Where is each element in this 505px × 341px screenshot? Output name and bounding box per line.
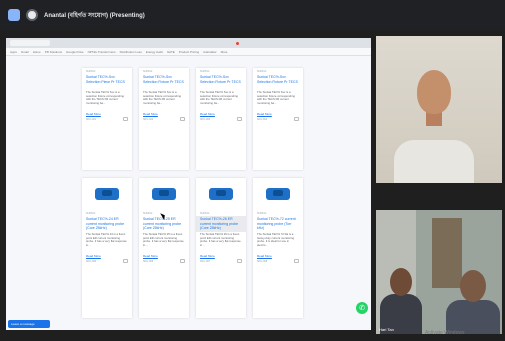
- meeting-title: Anantal (বহির্গত সংযোগ) (Presenting): [44, 12, 145, 19]
- product-description: The Sunkai TEC% Sxx is a selection fixtu…: [200, 90, 238, 105]
- participant-name: Hari Tan: [379, 327, 394, 332]
- product-name-link[interactable]: Sunkai TEC%-Sxx Selection Fixture Pr TEC…: [253, 74, 303, 90]
- participant-figure: [426, 112, 442, 126]
- shared-screen: Apps Gmail Home PR Solutions Google Driv…: [6, 38, 371, 330]
- bookmark-item[interactable]: Energy Audit: [146, 50, 163, 54]
- app-icon[interactable]: [8, 9, 20, 21]
- product-name-link[interactable]: Sunkai TEC%-Sxx Selection Fixture Pr TEC…: [139, 74, 189, 90]
- product-card[interactable]: SUNKAI Sunkai TEC%-26 ER current monitor…: [196, 178, 246, 318]
- product-description: The Sunkai TEC% Sxx is a selection fixtu…: [86, 90, 124, 105]
- cart-icon[interactable]: [237, 117, 242, 121]
- participant-figure: [446, 300, 500, 334]
- product-image[interactable]: [253, 178, 303, 210]
- cart-icon[interactable]: [237, 259, 242, 263]
- browser-tabbar: [6, 38, 371, 48]
- presenter-avatar: [26, 9, 38, 21]
- bookmark-item[interactable]: Product Pricing: [179, 50, 199, 54]
- product-sku: SKU-002: [143, 117, 154, 121]
- participant-video-tile[interactable]: Hari Tan: [376, 210, 502, 334]
- bookmark-item[interactable]: Calculator: [203, 50, 217, 54]
- product-card[interactable]: SUNKAI Sunkai TEC%-Sxx Selection Fixture…: [253, 68, 303, 170]
- product-card[interactable]: SUNKAI Sunkai TEC%-72 current monitoring…: [253, 178, 303, 318]
- product-grid-page: SUNKAI Sunkai TEC%-Sxx Selection Piece P…: [6, 56, 371, 330]
- live-chat-button[interactable]: Leave a message: [8, 320, 50, 328]
- product-card[interactable]: SUNKAI Sunkai TEC%-Sxx Selection Fixture…: [196, 68, 246, 170]
- product-image[interactable]: [82, 178, 132, 210]
- bookmark-item[interactable]: GATE: [167, 50, 175, 54]
- product-name-link[interactable]: Sunkai TEC%-72 current monitoring probe …: [253, 216, 303, 232]
- product-image[interactable]: [139, 178, 189, 210]
- cart-icon[interactable]: [123, 117, 128, 121]
- product-sku: SKU-003: [200, 117, 211, 121]
- product-image[interactable]: [196, 178, 246, 210]
- product-description: The Sunkai TEC% Sxx is a selection fixtu…: [257, 90, 295, 105]
- participant-video-tile[interactable]: [376, 36, 502, 183]
- product-name-link[interactable]: Sunkai TEC%-24 ER current monitoring pro…: [82, 216, 132, 232]
- cart-icon[interactable]: [123, 259, 128, 263]
- bookmark-item[interactable]: Distribution Loss: [120, 50, 142, 54]
- product-description: The Sunkai TEC% 24 is a fixed-point ER c…: [86, 232, 127, 247]
- current-probe-image: [266, 188, 290, 200]
- whatsapp-glyph: ✆: [359, 305, 365, 312]
- product-name-link[interactable]: Sunkai TEC%-Sxx Selection Fixture Pr TEC…: [196, 74, 246, 90]
- product-card[interactable]: SUNKAI Sunkai TEC%-25 ER current monitor…: [139, 178, 189, 318]
- bookmarks-bar: Apps Gmail Home PR Solutions Google Driv…: [6, 48, 371, 56]
- browser-tab[interactable]: [10, 40, 50, 46]
- product-description: The Sunkai TEC% 25 is a fixed-point ER c…: [143, 232, 184, 247]
- bookmark-item[interactable]: Gmail: [21, 50, 29, 54]
- video-background: [432, 218, 462, 288]
- meeting-topbar: Anantal (বহির্গত সংযোগ) (Presenting): [0, 0, 505, 30]
- participant-figure: [460, 270, 486, 302]
- product-description: The Sunkai TEC% 72 Ra is a heavy-duty cu…: [257, 232, 294, 247]
- live-chat-label: Leave a message: [11, 322, 35, 326]
- product-sku: SKU-001: [86, 117, 97, 121]
- product-description: The Sunkai TEC% Sxx is a selection fixtu…: [143, 90, 181, 105]
- bookmark-item[interactable]: More: [221, 50, 228, 54]
- cart-icon[interactable]: [294, 117, 299, 121]
- product-sku: SKU-007: [200, 259, 211, 263]
- product-sku: SKU-008: [257, 259, 268, 263]
- product-sku: SKU-005: [86, 259, 97, 263]
- product-name-link[interactable]: Sunkai TEC%-26 ER current monitoring pro…: [196, 216, 246, 232]
- current-probe-image: [209, 188, 233, 200]
- product-card[interactable]: SUNKAI Sunkai TEC%-Sxx Selection Fixture…: [139, 68, 189, 170]
- cart-icon[interactable]: [180, 259, 185, 263]
- bookmark-item[interactable]: NPTEL Transformers: [88, 50, 116, 54]
- activate-windows-watermark: Activate Windows: [425, 330, 465, 336]
- current-probe-image: [95, 188, 119, 200]
- participant-figure: [390, 268, 412, 296]
- product-name-link[interactable]: Sunkai TEC%-Sxx Selection Piece Pr TECS: [82, 74, 132, 90]
- product-card[interactable]: SUNKAI Sunkai TEC%-24 ER current monitor…: [82, 178, 132, 318]
- cart-icon[interactable]: [180, 117, 185, 121]
- cart-icon[interactable]: [294, 259, 299, 263]
- bookmark-item[interactable]: Home: [33, 50, 41, 54]
- product-card[interactable]: SUNKAI Sunkai TEC%-Sxx Selection Piece P…: [82, 68, 132, 170]
- record-icon: [236, 41, 239, 45]
- product-description: The Sunkai TEC% 26 is a fixed-point ER c…: [200, 232, 241, 247]
- product-sku: SKU-006: [143, 259, 154, 263]
- bookmark-item[interactable]: Apps: [10, 50, 17, 54]
- bookmark-item[interactable]: Google Drive: [66, 50, 84, 54]
- bookmark-item[interactable]: PR Solutions: [45, 50, 62, 54]
- whatsapp-icon[interactable]: ✆: [356, 302, 368, 314]
- participant-figure: [417, 70, 451, 114]
- product-sku: SKU-004: [257, 117, 268, 121]
- participant-figure: [394, 140, 474, 183]
- current-probe-image: [152, 188, 176, 200]
